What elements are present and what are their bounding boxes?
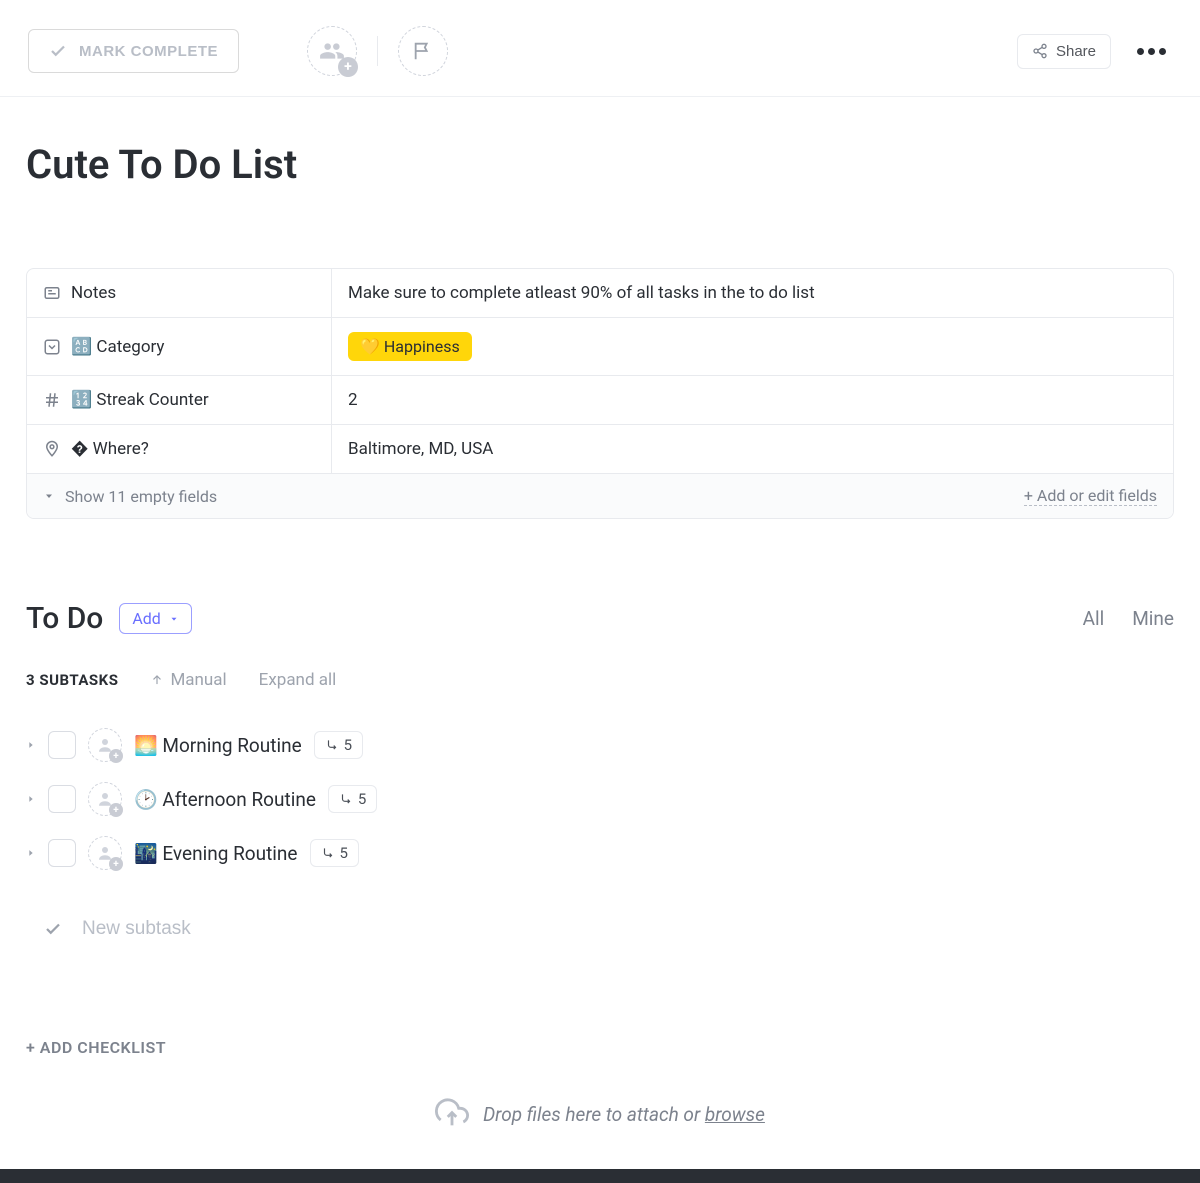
plus-badge-icon: + (109, 749, 123, 763)
filter-mine[interactable]: Mine (1132, 607, 1174, 630)
attachment-dropzone[interactable]: Drop files here to attach or browse (0, 1057, 1200, 1157)
task-assign-button[interactable]: + (88, 782, 122, 816)
page-title[interactable]: Cute To Do List (26, 141, 1174, 188)
show-empty-fields-button[interactable]: Show 11 empty fields (43, 487, 217, 506)
share-button[interactable]: Share (1017, 34, 1111, 69)
task-name[interactable]: 🌃 Evening Routine (134, 842, 298, 865)
cloud-upload-icon (435, 1097, 469, 1131)
add-checklist-button[interactable]: + ADD CHECKLIST (26, 1038, 1174, 1057)
mark-complete-button[interactable]: MARK COMPLETE (28, 29, 239, 73)
check-icon (44, 920, 62, 938)
fields-table: Notes Make sure to complete atleast 90% … (26, 268, 1174, 519)
field-row: � Where? Baltimore, MD, USA (27, 425, 1173, 474)
plus-badge-icon: + (109, 857, 123, 871)
dropdown-icon (43, 338, 61, 356)
plus-badge-icon: + (338, 57, 358, 77)
fields-footer: Show 11 empty fields + Add or edit field… (27, 474, 1173, 518)
dropzone-text: Drop files here to attach or browse (483, 1103, 765, 1126)
subtask-count-badge[interactable]: 5 (310, 839, 359, 867)
browse-link[interactable]: browse (705, 1103, 765, 1126)
task-assign-button[interactable]: + (88, 836, 122, 870)
flag-icon (412, 40, 434, 62)
field-value[interactable]: 2 (332, 376, 1173, 424)
task-row: + 🌅 Morning Routine 5 (26, 718, 1174, 772)
caret-right-icon[interactable] (26, 740, 36, 750)
caret-down-icon (43, 490, 55, 502)
share-icon (1032, 43, 1048, 59)
field-label: Notes (27, 269, 332, 317)
check-icon (49, 42, 67, 60)
filter-group: All Mine (1083, 607, 1174, 630)
caret-right-icon[interactable] (26, 794, 36, 804)
subtask-count: 3 SUBTASKS (26, 671, 118, 689)
vertical-divider (377, 36, 378, 66)
field-label: � Where? (27, 425, 332, 473)
location-icon (43, 440, 61, 458)
filter-all[interactable]: All (1083, 607, 1105, 630)
assign-people-button[interactable]: + (307, 26, 357, 76)
field-value[interactable]: 💛 Happiness (332, 318, 1173, 375)
task-name[interactable]: 🌅 Morning Routine (134, 734, 302, 757)
subtask-count-badge[interactable]: 5 (314, 731, 363, 759)
task-assign-button[interactable]: + (88, 728, 122, 762)
task-row: + 🌃 Evening Routine 5 (26, 826, 1174, 880)
text-icon (43, 284, 61, 302)
field-value[interactable]: Make sure to complete atleast 90% of all… (332, 269, 1173, 317)
subtask-icon (339, 792, 353, 806)
new-subtask-row[interactable] (26, 898, 1174, 960)
task-checkbox[interactable] (48, 785, 76, 813)
new-subtask-input[interactable] (82, 918, 1156, 940)
subtask-icon (321, 846, 335, 860)
subtask-count-badge[interactable]: 5 (328, 785, 377, 813)
toolbar-divider (0, 96, 1200, 97)
bottom-bar (0, 1169, 1200, 1183)
field-row: Notes Make sure to complete atleast 90% … (27, 269, 1173, 318)
caret-down-icon (169, 614, 179, 624)
mark-complete-label: MARK COMPLETE (79, 43, 218, 60)
more-menu-button[interactable] (1131, 42, 1172, 61)
task-checkbox[interactable] (48, 839, 76, 867)
task-name[interactable]: 🕑 Afternoon Routine (134, 788, 316, 811)
field-label: 🔠 Category (27, 318, 332, 375)
field-value[interactable]: Baltimore, MD, USA (332, 425, 1173, 473)
arrow-up-icon (150, 673, 164, 687)
add-edit-fields-button[interactable]: + Add or edit fields (1024, 486, 1157, 506)
share-label: Share (1056, 43, 1096, 60)
field-label: 🔢 Streak Counter (27, 376, 332, 424)
field-row: 🔠 Category 💛 Happiness (27, 318, 1173, 376)
task-row: + 🕑 Afternoon Routine 5 (26, 772, 1174, 826)
subtask-icon (325, 738, 339, 752)
task-checkbox[interactable] (48, 731, 76, 759)
field-row: 🔢 Streak Counter 2 (27, 376, 1173, 425)
add-dropdown-button[interactable]: Add (119, 603, 191, 634)
plus-badge-icon: + (109, 803, 123, 817)
flag-button[interactable] (398, 26, 448, 76)
hash-icon (43, 391, 61, 409)
caret-right-icon[interactable] (26, 848, 36, 858)
todo-heading: To Do (26, 601, 103, 636)
expand-all-button[interactable]: Expand all (259, 670, 337, 690)
sort-button[interactable]: Manual (150, 670, 226, 690)
